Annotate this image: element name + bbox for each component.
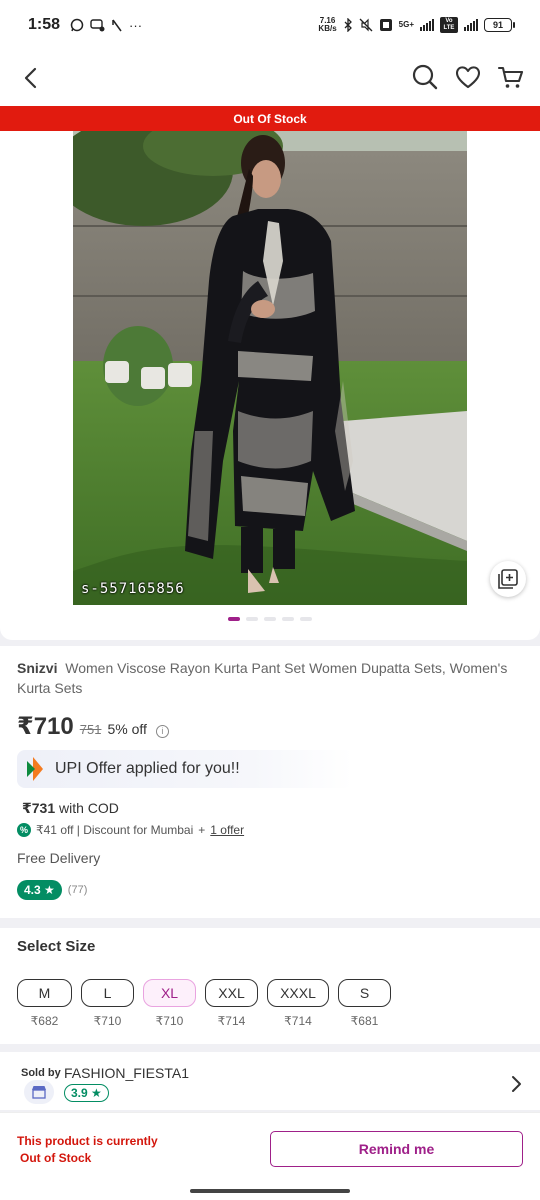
battery-icon: 91 [484, 18, 515, 32]
notification-icons: ··· [70, 18, 142, 33]
size-section: Select Size M ₹682 L ₹710 XL ₹710 XXL ₹7… [0, 928, 540, 1044]
slash-icon [112, 19, 122, 31]
net-speed: 7.16 KB/s [318, 17, 336, 33]
sold-by-label: Sold by [21, 1067, 61, 1079]
volte-label: Vo LTE [440, 17, 458, 33]
bottom-action-bar: This product is currently Out of Stock R… [0, 1112, 540, 1200]
product-name: Women Viscose Rayon Kurta Pant Set Women… [17, 660, 508, 696]
size-option: S ₹681 [338, 979, 391, 1028]
image-id-watermark: s-557165856 [81, 581, 185, 597]
size-section-title: Select Size [17, 938, 96, 955]
product-photo-illustration [73, 131, 467, 605]
gallery-dot[interactable] [264, 617, 276, 621]
cod-amount: ₹731 [22, 800, 56, 816]
discount-badge-icon: % [17, 823, 31, 837]
gallery-dot[interactable] [228, 617, 240, 621]
signal-icon [420, 19, 434, 31]
mute-icon [359, 18, 373, 32]
size-chip-xxxl[interactable]: XXXL [267, 979, 329, 1007]
upi-offer-strip: UPI Offer applied for you!! [17, 750, 353, 788]
remind-me-button[interactable]: Remind me [270, 1131, 523, 1167]
cart-icon[interactable] [496, 62, 526, 92]
size-price: ₹714 [217, 1014, 246, 1028]
whatsapp-icon [70, 18, 84, 32]
star-icon: ★ [44, 883, 55, 897]
selling-price: ₹710 [17, 713, 74, 740]
chevron-right-icon[interactable] [510, 1074, 524, 1094]
product-image[interactable]: s-557165856 [73, 131, 467, 605]
product-title: Snizvi Women Viscose Rayon Kurta Pant Se… [17, 658, 517, 698]
bluetooth-icon [344, 18, 352, 32]
network-type: 5G+ [398, 20, 414, 29]
rating-count: (77) [67, 884, 88, 896]
out-of-stock-message: This product is currently Out of Stock [17, 1133, 158, 1167]
size-option: XL ₹710 [143, 979, 196, 1028]
out-of-stock-banner: Out Of Stock [0, 106, 540, 131]
add-collection-icon [498, 569, 518, 589]
star-icon: ★ [91, 1086, 102, 1100]
size-chip-xl[interactable]: XL [143, 979, 196, 1007]
back-arrow-icon[interactable] [18, 64, 46, 92]
status-time: 1:58 [28, 16, 61, 33]
rating-value: 4.3 [24, 883, 41, 897]
add-to-collection-button[interactable] [490, 561, 526, 597]
seller-name: FASHION_FIESTA1 [64, 1065, 189, 1081]
mrp-price: 751 [79, 722, 102, 737]
status-bar: 1:58 ··· 7.16 KB/s 5G+ Vo LTE 91 [0, 0, 540, 50]
discount-line: % ₹41 off | Discount for Mumbai + 1 offe… [17, 823, 244, 837]
net-speed-unit: KB/s [318, 24, 337, 33]
discount-percent: 5% off [107, 721, 147, 737]
search-icon[interactable] [410, 62, 440, 92]
oos-line-1: This product is currently [17, 1134, 158, 1148]
info-icon[interactable]: i [155, 724, 169, 738]
more-icon: ··· [129, 17, 143, 33]
seller-row[interactable]: Sold by FASHION_FIESTA1 3.9 ★ [0, 1052, 540, 1110]
size-option: XXXL ₹714 [267, 979, 329, 1028]
size-option: L ₹710 [81, 979, 134, 1028]
upi-logo-icon [27, 757, 43, 781]
seller-rating-value: 3.9 [71, 1086, 88, 1100]
free-delivery: Free Delivery [17, 850, 101, 866]
shop-icon [24, 1080, 54, 1104]
oos-line-2: Out of Stock [20, 1151, 92, 1165]
size-price: ₹710 [93, 1014, 122, 1028]
heart-icon[interactable] [453, 62, 483, 92]
size-options: M ₹682 L ₹710 XL ₹710 XXL ₹714 XXXL ₹714… [17, 979, 391, 1028]
plus-sign: + [198, 823, 206, 837]
cod-label: with COD [59, 800, 119, 816]
size-price: ₹714 [284, 1014, 312, 1028]
product-gallery: s-557165856 [0, 131, 540, 640]
signal-icon-2 [464, 19, 478, 31]
system-icons: 7.16 KB/s 5G+ Vo LTE 91 [318, 17, 515, 33]
size-chip-l[interactable]: L [81, 979, 134, 1007]
price-row: ₹710 751 5% off i [17, 712, 169, 741]
gallery-pagination [0, 617, 540, 621]
rating-row[interactable]: 4.3 ★ (77) [17, 880, 87, 900]
size-chip-xxl[interactable]: XXL [205, 979, 258, 1007]
gallery-dot[interactable] [282, 617, 294, 621]
discount-text: ₹41 off | Discount for Mumbai [36, 823, 194, 837]
app-top-bar [0, 50, 540, 106]
size-chip-m[interactable]: M [17, 979, 72, 1007]
size-option: XXL ₹714 [205, 979, 258, 1028]
home-indicator[interactable] [190, 1189, 350, 1193]
gallery-dot[interactable] [246, 617, 258, 621]
brand-name: Snizvi [17, 660, 58, 676]
chat-icon [90, 18, 105, 31]
size-chip-s[interactable]: S [338, 979, 391, 1007]
size-price: ₹710 [155, 1014, 184, 1028]
upi-offer-text: UPI Offer applied for you!! [55, 760, 240, 777]
rating-badge: 4.3 ★ [17, 880, 62, 900]
offer-link[interactable]: 1 offer [210, 823, 244, 837]
size-option: M ₹682 [17, 979, 72, 1028]
cod-price: ₹731 with COD [22, 800, 119, 817]
product-info: Snizvi Women Viscose Rayon Kurta Pant Se… [0, 646, 540, 918]
size-price: ₹682 [30, 1014, 59, 1028]
size-price: ₹681 [350, 1014, 379, 1028]
seller-rating: 3.9 ★ [64, 1084, 109, 1102]
gallery-dot[interactable] [300, 617, 312, 621]
wifi-calling-icon [379, 19, 392, 31]
